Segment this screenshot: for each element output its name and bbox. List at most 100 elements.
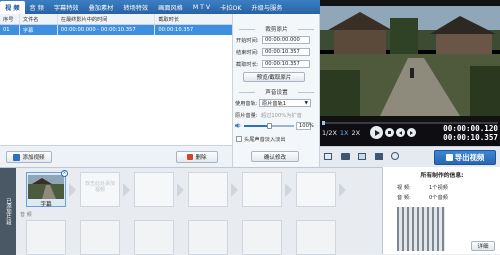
chevron-down-icon: ▼ <box>304 100 308 106</box>
video-frame <box>320 0 500 122</box>
add-video-button[interactable]: 添加视频 <box>6 151 52 163</box>
header-time: 在最终影片中的时间 <box>58 14 156 24</box>
audio-slot[interactable] <box>188 220 228 255</box>
preview-clip-button[interactable]: 预览/截取原片 <box>243 72 305 82</box>
open-folder-icon[interactable] <box>358 153 366 160</box>
empty-slot[interactable] <box>242 172 282 207</box>
save-icon[interactable] <box>375 153 383 160</box>
duration-field[interactable]: 00:00:10.357 <box>262 60 310 68</box>
seek-handle[interactable] <box>322 121 325 125</box>
stop-button[interactable] <box>385 128 394 137</box>
audio-track-value: 原片音轨1 <box>262 100 287 107</box>
info-video-value: 1个视频 <box>429 185 448 191</box>
tab-transition[interactable]: 转场特效 <box>118 0 153 14</box>
tab-mtv[interactable]: M T V <box>188 0 215 14</box>
fade-label: 头尾声音淡入淡出 <box>244 137 286 143</box>
header-num: 序号 <box>0 14 20 24</box>
empty-slot[interactable] <box>296 172 336 207</box>
audio-slot[interactable] <box>26 220 66 255</box>
cell-duration: 00:00:10.357 <box>158 27 194 33</box>
total-time: 00:00:10.357 <box>443 133 498 142</box>
speed-1x[interactable]: 1X <box>340 129 349 137</box>
empty-slot[interactable] <box>134 172 174 207</box>
audio-slot[interactable] <box>242 220 282 255</box>
added-clips-tab[interactable]: 已添加片段 <box>0 168 16 255</box>
tab-video[interactable]: 视 频 <box>0 1 25 14</box>
table-row[interactable]: 01 字幕 00:00:00.000 - 00:00:10.357 00:00:… <box>0 25 232 35</box>
preview-thumbnail <box>397 207 445 251</box>
delete-button[interactable]: 删除 <box>176 151 218 163</box>
clip-thumbnail <box>28 175 64 199</box>
speed-half[interactable]: 1/2X <box>322 129 337 137</box>
cell-filename: 字幕 <box>20 25 58 35</box>
track-label: 使用音轨: <box>235 101 258 107</box>
confirm-button[interactable]: 确认修改 <box>251 151 299 162</box>
tab-karaoke[interactable]: 卡拉OK <box>215 0 246 14</box>
transition-arrow <box>231 183 238 197</box>
export-label: 导出视频 <box>454 153 485 162</box>
transition-arrow <box>285 183 292 197</box>
info-video-label: 视 频: <box>397 185 411 191</box>
tab-subtitle-effects[interactable]: 字幕特效 <box>49 0 84 14</box>
prev-frame-button[interactable] <box>396 128 405 137</box>
tab-style[interactable]: 画面风格 <box>153 0 188 14</box>
header-filename: 文件名 <box>20 14 58 24</box>
start-time-field[interactable]: 00:00:00.000 <box>262 36 310 44</box>
add-video-label: 添加视频 <box>22 155 45 161</box>
audio-track-select[interactable]: 原片音轨1 ▼ <box>259 99 311 107</box>
audio-slot[interactable] <box>134 220 174 255</box>
volume-slider-handle[interactable] <box>267 123 272 129</box>
export-icon <box>445 154 453 161</box>
audio-slot[interactable] <box>80 220 120 255</box>
screenshot-icon[interactable] <box>324 153 332 160</box>
info-title: 所有制作的信息: <box>420 173 464 179</box>
duration-label: 截取时长: <box>236 62 259 68</box>
transition-arrow <box>123 183 130 197</box>
trash-icon <box>187 154 194 160</box>
next-frame-button[interactable] <box>407 128 416 137</box>
audio-track-label: 音 频 <box>20 212 32 218</box>
empty-slot[interactable]: 双击此处添加视频 <box>80 172 120 207</box>
volume-slider-fill <box>244 125 269 127</box>
info-audio-value: 0个音频 <box>429 195 448 201</box>
export-video-button[interactable]: 导出视频 <box>434 150 496 165</box>
tab-upgrade[interactable]: 升级与服务 <box>246 0 287 14</box>
add-hint: 双击此处添加视频 <box>84 181 115 193</box>
tab-overlay[interactable]: 叠加素材 <box>84 0 119 14</box>
info-audio-label: 音 频: <box>397 195 411 201</box>
end-time-field[interactable]: 00:00:10.357 <box>262 48 310 56</box>
clip-table: 序号 文件名 在最终影片中的时间 截取时长 01 字幕 00:00:00.000… <box>0 14 233 145</box>
transition-arrow <box>339 183 346 197</box>
delete-label: 删除 <box>195 155 207 161</box>
detail-button[interactable]: 详细 <box>471 241 495 251</box>
share-icon[interactable] <box>391 152 399 160</box>
volume-label: 原片音量: <box>235 113 258 119</box>
folder-icon[interactable] <box>341 153 350 160</box>
cell-num: 01 <box>0 25 20 35</box>
speed-2x[interactable]: 2X <box>352 129 361 137</box>
current-time: 00:00:00.120 <box>443 124 498 133</box>
main-tabbar: 视 频 音 频 字幕特效 叠加素材 转场特效 画面风格 M T V 卡拉OK 升… <box>0 0 320 14</box>
timeline-clip[interactable]: 字幕 × <box>26 170 68 208</box>
section-clip-title: 裁剪原片 <box>233 25 320 33</box>
empty-slot[interactable] <box>188 172 228 207</box>
end-time-label: 结束时间: <box>236 50 259 56</box>
transition-arrow <box>69 183 76 197</box>
clip-label: 字幕 <box>40 202 52 208</box>
table-header: 序号 文件名 在最终影片中的时间 截取时长 <box>0 14 232 25</box>
timeline-panel: 已添加片段 字幕 × 双击此处添加视频 音 频 <box>0 167 382 255</box>
video-preview[interactable] <box>320 0 500 122</box>
section-audio-title: 声音设置 <box>233 88 320 96</box>
clip-settings-panel: 裁剪原片 开始时间: 00:00:00.000 结束时间: 00:00:10.3… <box>233 14 320 167</box>
tab-audio[interactable]: 音 频 <box>25 0 49 14</box>
speed-selector: 1/2X 1X 2X <box>322 129 360 137</box>
stop-icon <box>388 131 391 134</box>
close-icon[interactable]: × <box>61 170 68 177</box>
add-video-icon <box>13 153 21 161</box>
fade-checkbox[interactable] <box>236 136 242 142</box>
audio-slot[interactable] <box>296 220 336 255</box>
volume-value-field[interactable]: 100% <box>296 122 314 130</box>
volume-slider[interactable] <box>244 123 294 129</box>
clip-toolbar: 添加视频 删除 <box>0 145 233 167</box>
play-button[interactable] <box>370 126 383 139</box>
